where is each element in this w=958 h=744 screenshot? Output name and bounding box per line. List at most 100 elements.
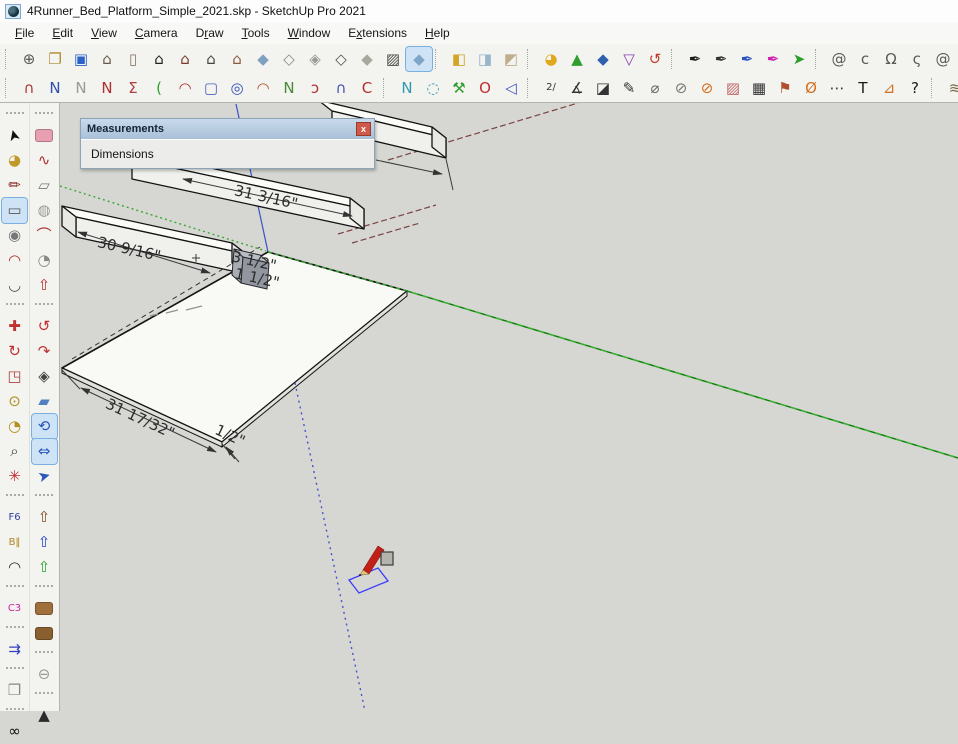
dim-flag-icon[interactable]: ⚑ (772, 76, 798, 100)
curviloft-icon[interactable]: C3 (2, 596, 27, 621)
house-3d-icon[interactable]: ⌂ (94, 47, 120, 71)
cube-monochrome-icon[interactable]: ◆ (354, 47, 380, 71)
jpp-normal-icon[interactable]: ⇧ (32, 505, 57, 530)
open-icon[interactable]: ❐ (42, 47, 68, 71)
rotate-copy-icon[interactable]: ↷ (32, 339, 57, 364)
ellipse-red-icon[interactable]: O (472, 76, 498, 100)
menu-view[interactable]: View (82, 23, 126, 43)
scale-tool-icon[interactable]: ◳ (2, 364, 27, 389)
pan-icon[interactable]: ⇔ (30, 438, 58, 465)
cube-hiddenline-icon[interactable]: ◇ (328, 47, 354, 71)
move-tool-icon[interactable]: ✚ (2, 314, 27, 339)
push-pull-icon[interactable]: ⇧ (32, 273, 57, 298)
component-cabinet-icon[interactable]: ▯ (120, 47, 146, 71)
s-curve-icon[interactable]: Σ (120, 76, 146, 100)
jpp-vector-icon[interactable]: ⇧ (32, 555, 57, 580)
dim-grid-icon[interactable]: ▦ (746, 76, 772, 100)
new-icon[interactable]: ⊕ (16, 47, 42, 71)
pyramid-tool-icon[interactable]: ▲ (32, 703, 57, 728)
dialog-close-button[interactable]: x (356, 122, 371, 136)
box-tan-icon[interactable]: ◩ (498, 47, 524, 71)
c-arc-red-icon[interactable]: C (354, 76, 380, 100)
menu-window[interactable]: Window (279, 23, 340, 43)
curve-tool-icon[interactable]: ◡ (2, 273, 27, 298)
house-front-icon[interactable]: ⌂ (146, 47, 172, 71)
rotate-tool-icon[interactable]: ↻ (2, 339, 27, 364)
spiral-3-icon[interactable]: Ω (878, 47, 904, 71)
style-pen-green-icon[interactable]: ➤ (786, 47, 812, 71)
cube-wireframe-icon[interactable]: ◇ (276, 47, 302, 71)
plugin-purple-icon[interactable]: ▽ (616, 47, 642, 71)
protractor-icon[interactable]: ◔ (2, 414, 27, 439)
style-pen-blue-icon[interactable]: ✒ (734, 47, 760, 71)
bezier-blue-icon[interactable]: N (42, 76, 68, 100)
plugin-red-undo-icon[interactable]: ↺ (642, 47, 668, 71)
bezier-red-icon[interactable]: N (94, 76, 120, 100)
eraser-icon[interactable] (32, 123, 57, 148)
joint-blue-red-icon[interactable]: ⇉ (2, 637, 27, 662)
arc2-red-icon[interactable]: ∩ (16, 76, 42, 100)
menu-file[interactable]: File (6, 23, 43, 43)
dome-tool-icon[interactable]: ◠ (2, 555, 27, 580)
menu-camera[interactable]: Camera (126, 23, 187, 43)
style-pen-magenta-icon[interactable]: ✒ (760, 47, 786, 71)
section-plane-icon[interactable]: ▰ (32, 389, 57, 414)
plugin-green-icon[interactable]: ▲ (564, 47, 590, 71)
wrench-icon[interactable]: ⚒ (446, 76, 472, 100)
arc-red2-icon[interactable]: ◠ (250, 76, 276, 100)
solid-boxes-icon[interactable]: ❒ (2, 678, 27, 703)
dim-pencil-arc-icon[interactable]: ⌀ (642, 76, 668, 100)
rotated-rect-icon[interactable]: ▱ (32, 173, 57, 198)
cube-xray-icon[interactable]: ◈ (302, 47, 328, 71)
line-tool-icon[interactable]: ✏ (2, 173, 27, 198)
blob-tool-icon[interactable]: ∞ (2, 719, 27, 744)
corner-arc-icon[interactable]: ◠ (172, 76, 198, 100)
fredo6-menu-icon[interactable]: F6 (2, 505, 27, 530)
menu-tools[interactable]: Tools (233, 23, 279, 43)
cube-textured-icon[interactable]: ▨ (380, 47, 406, 71)
dim-angle-icon[interactable]: ∡ (564, 76, 590, 100)
menu-draw[interactable]: Draw (187, 23, 233, 43)
dim-strike-icon[interactable]: Ø (798, 76, 824, 100)
sandbox-contours-icon[interactable]: ≋ (942, 76, 958, 100)
wood-joint-1-icon[interactable] (32, 596, 57, 621)
style-pen-add-icon[interactable]: ✒ (708, 47, 734, 71)
hook-red-icon[interactable]: ɔ (302, 76, 328, 100)
dim-triangle-icon[interactable]: ⊿ (876, 76, 902, 100)
dim-sketch-icon[interactable]: ✎ (616, 76, 642, 100)
box-blue-icon[interactable]: ◨ (472, 47, 498, 71)
viewport-canvas[interactable]: 31 3/16" 30 9/16" 3 1/2" 1 1/2" 31 17/32… (0, 0, 958, 711)
flag-blue-icon[interactable]: ◁ (498, 76, 524, 100)
orbit-icon[interactable]: ⟲ (30, 413, 58, 440)
dim-box-icon[interactable]: ◪ (590, 76, 616, 100)
measurements-dialog-titlebar[interactable]: Measurements x (81, 119, 374, 139)
save-icon[interactable]: ▣ (68, 47, 94, 71)
menu-extensions[interactable]: Extensions (339, 23, 416, 43)
polygon-dashed-icon[interactable]: ◌ (420, 76, 446, 100)
menu-help[interactable]: Help (416, 23, 459, 43)
spiral-4-icon[interactable]: ς (904, 47, 930, 71)
dim-dots-icon[interactable]: ⋯ (824, 76, 850, 100)
vertex-tools-icon[interactable]: B‖ (2, 530, 27, 555)
shed-icon[interactable]: ⌂ (224, 47, 250, 71)
dim-circle-icon[interactable]: ⊘ (668, 76, 694, 100)
spiral-2-icon[interactable]: ϲ (852, 47, 878, 71)
bezier-gray-icon[interactable]: N (68, 76, 94, 100)
dim-face-icon[interactable]: ▨ (720, 76, 746, 100)
rounded-rect-icon[interactable]: ▢ (198, 76, 224, 100)
vertex-curve-icon[interactable]: N (394, 76, 420, 100)
arc-3pt-icon[interactable]: ⌒ (32, 223, 57, 248)
polygon-icon[interactable]: ◍ (32, 198, 57, 223)
plugin-yellow-icon[interactable]: ◕ (538, 47, 564, 71)
pie-icon[interactable]: ◔ (32, 248, 57, 273)
style-pen-black-icon[interactable]: ✒ (682, 47, 708, 71)
rectangle-tool-icon[interactable]: ▭ (1, 197, 28, 224)
help-icon[interactable]: ? (902, 76, 928, 100)
tape-measure-icon[interactable]: ⊙ (2, 389, 27, 414)
wood-joint-2-icon[interactable] (32, 621, 57, 646)
plugin-blue-icon[interactable]: ◆ (590, 47, 616, 71)
zoom-extents-icon[interactable]: ✳ (2, 464, 27, 489)
arc-tool-icon[interactable]: ◠ (2, 248, 27, 273)
cube-shaded-blue-icon[interactable]: ◆ (250, 47, 276, 71)
green-arc-icon[interactable]: ( (146, 76, 172, 100)
